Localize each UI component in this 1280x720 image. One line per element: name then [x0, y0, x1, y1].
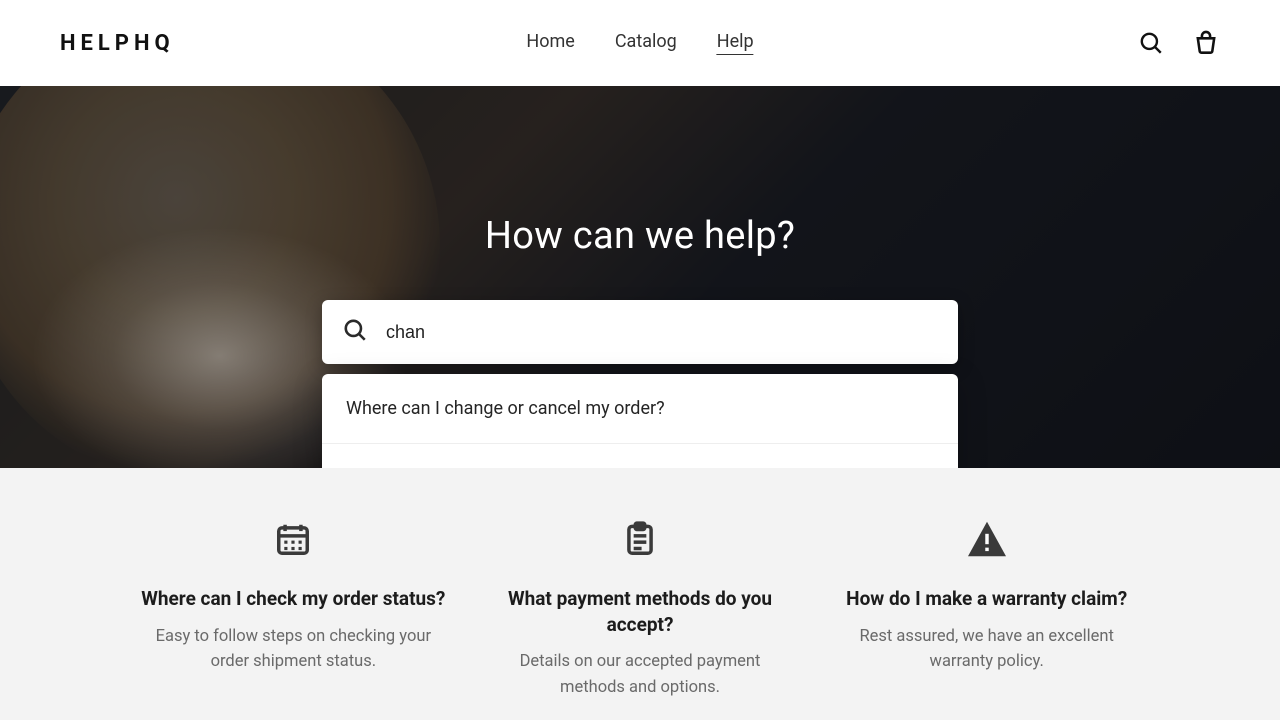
- search-icon: [342, 317, 368, 347]
- nav-help[interactable]: Help: [717, 31, 754, 55]
- search-wrap: Where can I change or cancel my order? H…: [322, 300, 958, 364]
- calendar-icon: [140, 520, 447, 558]
- nav-catalog[interactable]: Catalog: [615, 31, 677, 55]
- faq-card-title: How do I make a warranty claim?: [833, 586, 1140, 612]
- faq-card[interactable]: Where can I check my order status? Easy …: [140, 520, 447, 700]
- warning-icon: [833, 520, 1140, 558]
- faq-card-title: Where can I check my order status?: [140, 586, 447, 612]
- suggestion-item[interactable]: How do I make an exchange?: [322, 444, 958, 468]
- cart-icon[interactable]: [1192, 29, 1220, 57]
- hero-title: How can we help?: [485, 214, 795, 258]
- search-icon[interactable]: [1138, 30, 1164, 56]
- faq-card[interactable]: How do I make a warranty claim? Rest ass…: [833, 520, 1140, 700]
- faq-card[interactable]: What payment methods do you accept? Deta…: [487, 520, 794, 700]
- faq-card-desc: Easy to follow steps on checking your or…: [140, 624, 447, 675]
- search-box[interactable]: [322, 300, 958, 364]
- faq-card-title: What payment methods do you accept?: [487, 586, 794, 637]
- suggestion-item[interactable]: Where can I change or cancel my order?: [322, 374, 958, 444]
- nav-home[interactable]: Home: [526, 31, 574, 55]
- brand-logo[interactable]: HELPHQ: [60, 31, 175, 56]
- search-suggestions: Where can I change or cancel my order? H…: [322, 374, 958, 468]
- faq-card-desc: Rest assured, we have an excellent warra…: [833, 624, 1140, 675]
- clipboard-icon: [487, 520, 794, 558]
- nav-right: [1138, 29, 1220, 57]
- faq-cards: Where can I check my order status? Easy …: [0, 468, 1280, 700]
- search-input[interactable]: [386, 322, 938, 343]
- nav-links: Home Catalog Help: [526, 31, 753, 55]
- hero: How can we help? Where can I change or c…: [0, 86, 1280, 468]
- top-nav: HELPHQ Home Catalog Help: [0, 0, 1280, 86]
- faq-card-desc: Details on our accepted payment methods …: [487, 649, 794, 700]
